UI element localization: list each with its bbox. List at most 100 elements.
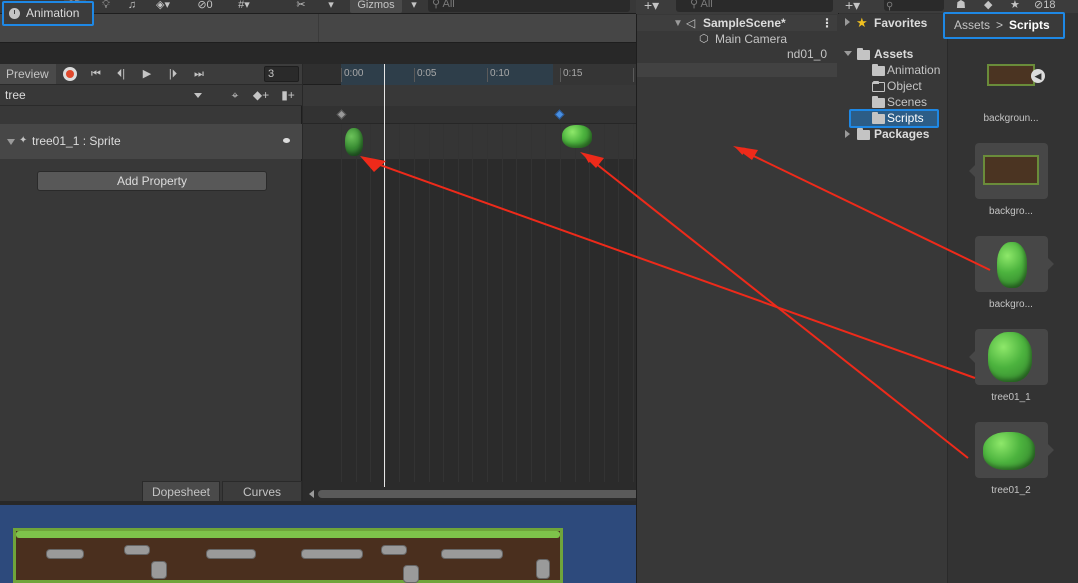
property-options-icon[interactable] (283, 138, 290, 143)
favorite-star-icon[interactable]: ★ (1010, 0, 1020, 11)
timeline-gridline (341, 124, 342, 482)
hierarchy-empty-area (637, 63, 837, 583)
label-tag-icon[interactable]: ◆ (984, 0, 992, 11)
tree-item-animation[interactable]: Animation (887, 63, 940, 77)
asset-notch (969, 351, 975, 363)
record-button[interactable] (63, 67, 77, 81)
collapsed-arrow-icon[interactable] (845, 18, 850, 26)
next-keyframe-icon[interactable]: |⏵ (162, 64, 184, 84)
scene-name: SampleScene* (703, 16, 786, 30)
hierarchy-search-placeholder: All (700, 0, 713, 10)
gizmos-caret-icon[interactable]: ▾ (404, 0, 424, 13)
timeline-gridline (502, 124, 503, 482)
collapsed-arrow-icon[interactable] (845, 130, 850, 138)
summary-keyframe-selected[interactable] (554, 109, 565, 120)
rock (536, 559, 550, 579)
hierarchy-search-input[interactable]: ⚲ All (676, 0, 833, 12)
add-keyframe-icon[interactable]: ◆+ (250, 85, 272, 105)
breadcrumb-assets[interactable]: Assets (954, 18, 990, 32)
playhead[interactable] (384, 64, 385, 490)
tools-dropdown[interactable]: ▾ (318, 0, 344, 13)
scene-search-input[interactable]: ⚲ All (428, 0, 630, 12)
grid-snap-icon[interactable]: #▾ (226, 0, 262, 13)
tree-item-scripts[interactable]: Scripts (887, 111, 924, 125)
gizmos-label: Gizmos (357, 0, 395, 11)
rock (151, 561, 167, 579)
preview-button[interactable]: Preview (0, 64, 56, 84)
animation-tab[interactable]: Animation (2, 1, 94, 26)
first-keyframe-icon[interactable]: ⏮ (85, 64, 107, 84)
timeline-gridline (545, 124, 546, 482)
timeline-gridline (633, 124, 634, 482)
scroll-left-arrow-icon[interactable] (309, 490, 314, 498)
timeline-gridline (429, 124, 430, 482)
background-sprite-sheet-thumb (987, 64, 1035, 86)
frame-input[interactable]: 3 (264, 66, 299, 82)
tools-icon[interactable]: ✂ (290, 0, 312, 13)
lightbulb-icon[interactable]: 💡︎ (96, 0, 116, 13)
create-plus-icon[interactable]: +▾ (845, 0, 860, 14)
breadcrumb-scripts[interactable]: Scripts (1009, 18, 1050, 32)
tab-dopesheet[interactable]: Dopesheet (142, 481, 220, 502)
timeline-gridline (385, 124, 386, 482)
tree-item-assets[interactable]: Assets (874, 47, 913, 61)
expanded-arrow-icon[interactable] (844, 51, 852, 56)
previous-keyframe-icon[interactable]: ⏴| (110, 64, 132, 84)
star-icon: ★ (856, 15, 868, 30)
hidden-packages-toggle[interactable]: ⊘18 (1034, 0, 1055, 11)
property-row[interactable]: ✦ tree01_1 : Sprite (0, 124, 302, 159)
tab-curves[interactable]: Curves (222, 481, 302, 502)
add-event-icon[interactable]: ▮+ (277, 85, 299, 105)
gizmos-dropdown[interactable]: Gizmos (350, 0, 402, 13)
grass-strip (16, 531, 560, 538)
play-icon[interactable]: ▶ (136, 64, 158, 84)
timeline-gridline (589, 124, 590, 482)
audio-icon[interactable]: ♫ (122, 0, 142, 13)
hierarchy-row[interactable] (637, 63, 837, 77)
tree-item-scenes[interactable]: Scenes (887, 95, 927, 109)
asset-thumb-background-3[interactable] (975, 236, 1048, 292)
collab-icon[interactable]: ☗ (956, 0, 966, 11)
tree-item-object[interactable]: Object (887, 79, 922, 93)
effects-icon[interactable]: ◈▾ (148, 0, 178, 13)
ruler-tick-line (414, 68, 415, 82)
eye-slash-icon: ⊘ (1034, 0, 1044, 11)
project-search-input[interactable]: ⚲ (884, 0, 944, 12)
asset-thumb-tree01-1[interactable] (975, 329, 1048, 385)
asset-notch (969, 165, 975, 177)
more-options-icon[interactable]: ⋮ (821, 15, 833, 31)
summary-keyframe[interactable] (336, 109, 347, 120)
tree-item-packages[interactable]: Packages (874, 127, 929, 141)
chevron-down-icon (194, 93, 202, 98)
hierarchy-item[interactable]: nd01_0 (787, 47, 827, 61)
hierarchy-item[interactable]: Main Camera (715, 32, 787, 46)
asset-thumb-background-2[interactable] (975, 143, 1048, 199)
asset-label: tree01_2 (991, 485, 1031, 496)
expand-arrow-icon[interactable] (7, 139, 15, 145)
breadcrumb-separator: > (996, 18, 1004, 32)
sprite-keyframe-tree[interactable] (562, 125, 592, 148)
asset-thumb-tree01-2[interactable] (975, 422, 1048, 478)
rock (403, 565, 419, 583)
asset-thumb-background-1[interactable]: ◀ (975, 56, 1048, 100)
sprite-keyframe-tree[interactable] (345, 128, 363, 156)
ruler-tick-line (341, 68, 342, 82)
scene-root-row[interactable]: ▼ ◁ SampleScene* ⋮ (637, 15, 837, 31)
create-plus-icon[interactable]: +▾ (644, 0, 659, 14)
chevron-down-icon[interactable]: ▼ (673, 16, 683, 32)
add-property-button[interactable]: Add Property (37, 171, 267, 191)
search-icon: ⚲ (432, 0, 443, 10)
timeline-gridline (531, 124, 532, 482)
timeline-gridline (370, 124, 371, 482)
unity-scene-icon: ◁ (686, 16, 696, 30)
clip-select[interactable]: tree (0, 85, 206, 105)
filter-keyframes-icon[interactable]: ⌖ (224, 85, 246, 105)
last-keyframe-icon[interactable]: ⏭ (188, 64, 210, 84)
divider (318, 14, 319, 42)
asset-label: tree01_1 (991, 392, 1031, 403)
hidden-objects-toggle[interactable]: ⊘0 (188, 0, 222, 13)
asset-label: backgro... (989, 299, 1033, 310)
expand-subassets-icon[interactable]: ◀ (1031, 69, 1045, 83)
tree-item-favorites[interactable]: Favorites (874, 16, 927, 30)
timeline-gridline (443, 124, 444, 482)
